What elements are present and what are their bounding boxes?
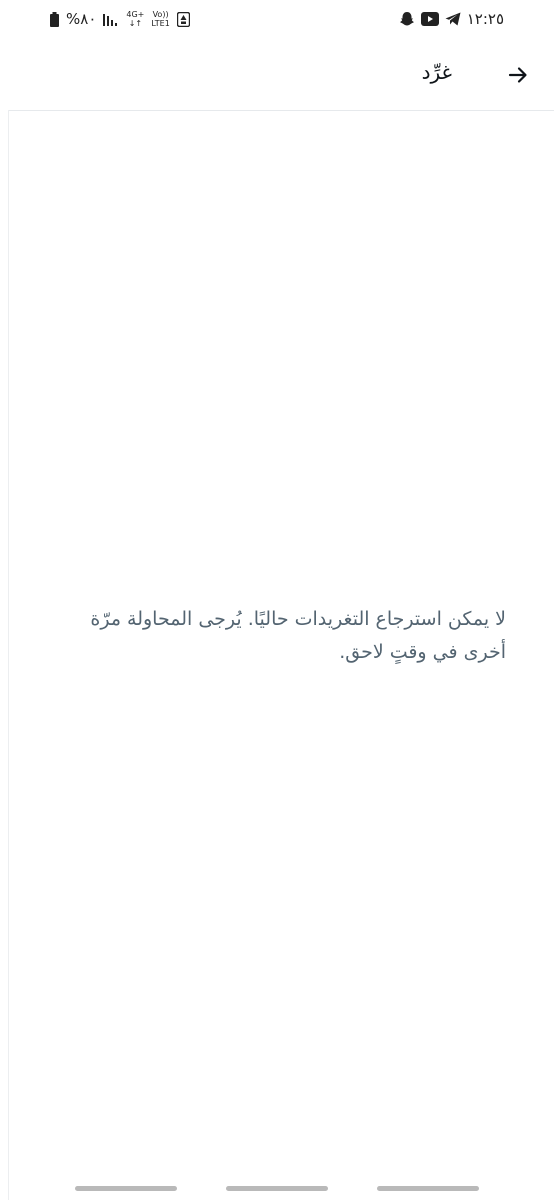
signal-icon bbox=[103, 12, 119, 26]
nav-handle-left[interactable] bbox=[75, 1186, 177, 1191]
navigation-bar bbox=[0, 1186, 554, 1192]
page-title: غرِّد bbox=[421, 60, 452, 84]
data-saver-icon bbox=[176, 11, 190, 27]
nav-handle-right[interactable] bbox=[377, 1186, 479, 1191]
status-time: ١٢:٢٥ bbox=[466, 10, 504, 28]
network-type: 4G+ ↓↑ bbox=[126, 10, 145, 28]
status-bar-left: %٨٠ 4G+ ↓↑ Vo)) LTE1 bbox=[50, 9, 190, 29]
battery-icon bbox=[50, 11, 59, 27]
telegram-icon bbox=[445, 12, 461, 26]
back-button[interactable] bbox=[500, 57, 536, 93]
left-edge-divider bbox=[0, 110, 9, 1200]
status-bar-right: ١٢:٢٥ bbox=[399, 9, 504, 29]
app-header: غرِّد bbox=[0, 40, 554, 111]
status-bar: %٨٠ 4G+ ↓↑ Vo)) LTE1 ١٢:٢٥ bbox=[0, 0, 554, 40]
youtube-icon bbox=[420, 12, 439, 26]
battery-percent: %٨٠ bbox=[66, 10, 97, 28]
nav-handle-center[interactable] bbox=[226, 1186, 328, 1191]
empty-state-message: لا يمكن استرجاع التغريدات حاليًا. يُرجى … bbox=[90, 608, 506, 663]
arrow-right-icon bbox=[506, 63, 530, 87]
snapchat-icon bbox=[399, 11, 415, 27]
volte-indicator: Vo)) LTE1 bbox=[151, 10, 170, 28]
